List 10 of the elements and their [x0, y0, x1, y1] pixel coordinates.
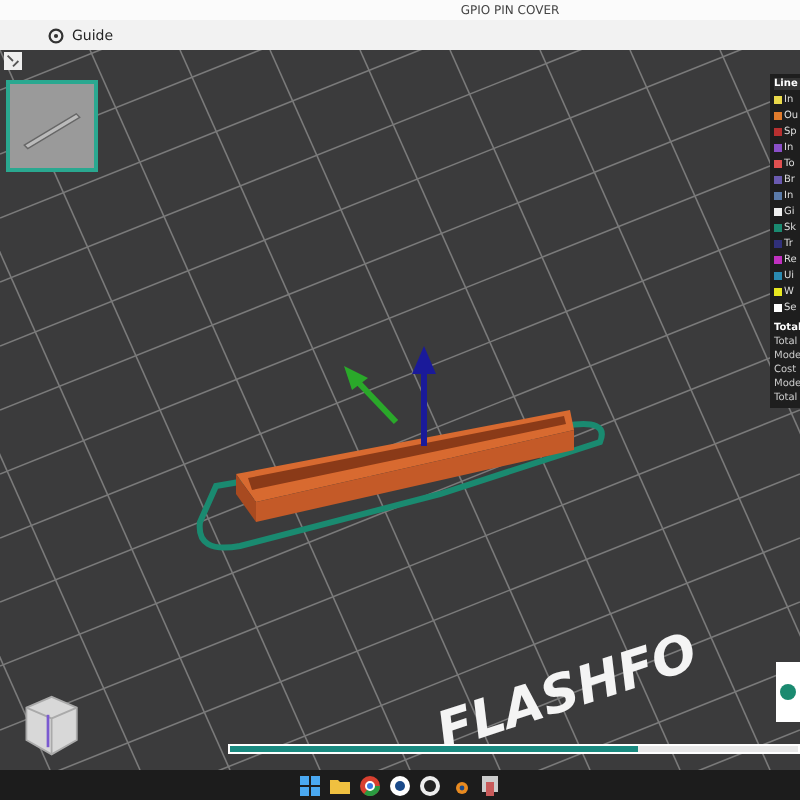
browser-icon[interactable] — [360, 775, 380, 795]
model-drawing[interactable] — [196, 410, 605, 551]
windows-icon[interactable] — [300, 775, 320, 795]
status-icon — [780, 684, 796, 700]
compass-icon — [48, 27, 64, 43]
y-axis-arrow[interactable] — [344, 366, 399, 425]
folder-icon[interactable] — [330, 775, 350, 795]
z-axis-arrow[interactable] — [412, 346, 436, 446]
collapse-icon[interactable] — [4, 52, 22, 70]
plate-thumbnail[interactable] — [6, 80, 98, 172]
